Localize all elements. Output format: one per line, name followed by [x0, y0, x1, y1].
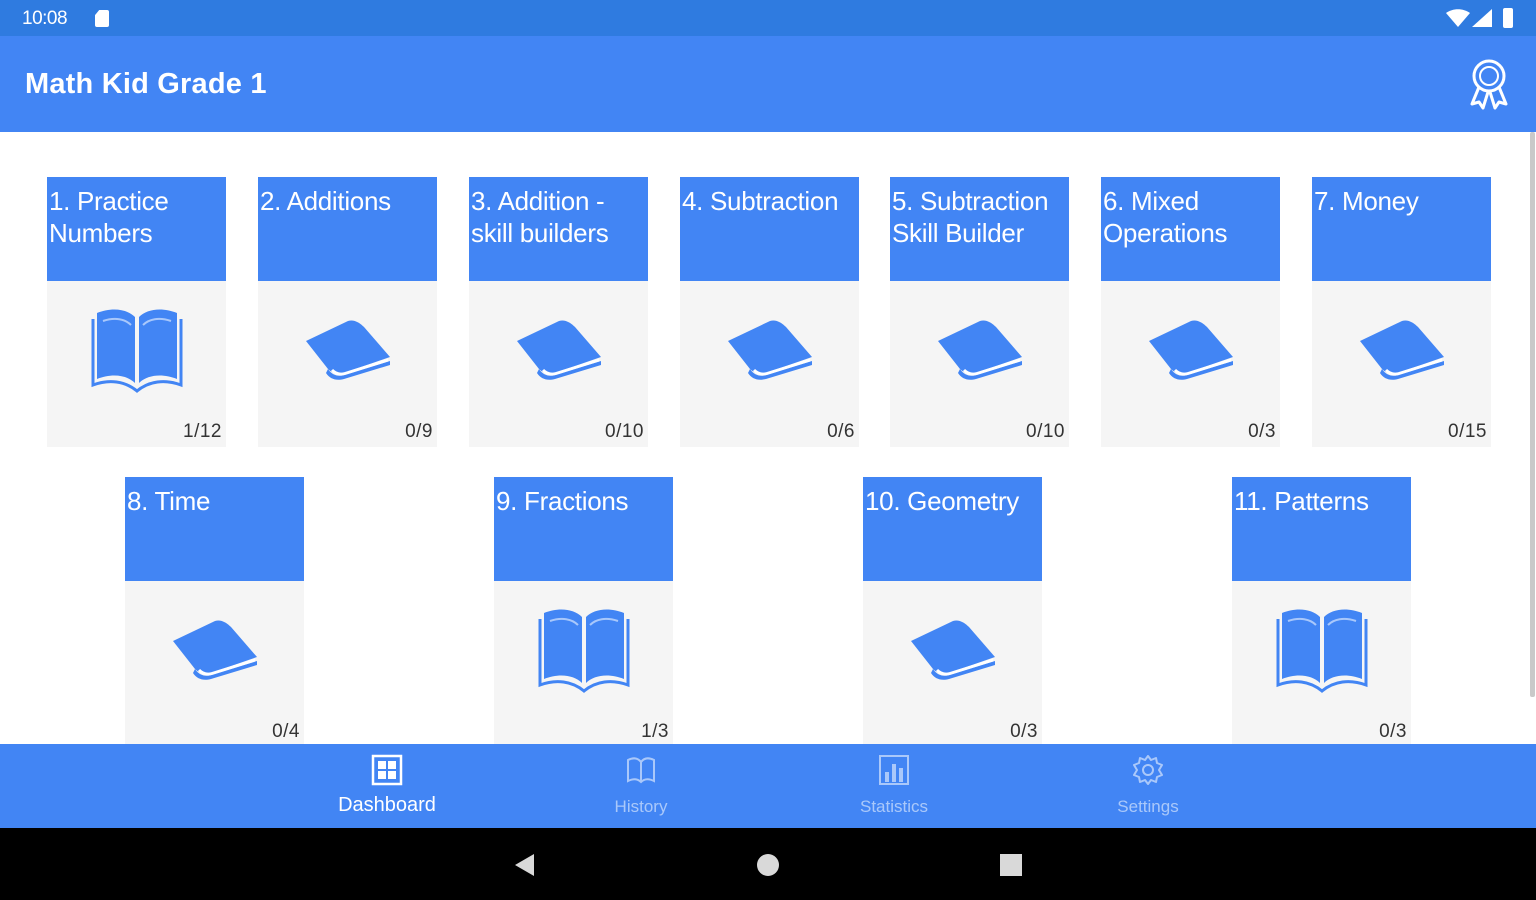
topic-title: 7. Money	[1314, 186, 1419, 216]
battery-icon	[1503, 8, 1513, 28]
topic-title: 6. Mixed Operations	[1103, 186, 1228, 248]
open-book-icon	[1272, 595, 1372, 695]
topic-progress: 0/3	[1379, 721, 1407, 742]
topic-card-body: 0/3	[1232, 581, 1411, 744]
topic-card-header: 7. Money	[1312, 177, 1491, 281]
topic-card-body: 0/3	[863, 581, 1042, 744]
nav-statistics[interactable]: Statistics	[814, 744, 974, 828]
topic-card-fractions[interactable]: 9. Fractions 1/3	[494, 477, 673, 744]
topic-progress: 0/9	[405, 421, 433, 442]
topic-card-subtraction-skill-builder[interactable]: 5. Subtraction Skill Builder 0/10	[890, 177, 1069, 447]
topic-progress: 0/10	[1026, 421, 1065, 442]
topic-progress: 0/4	[272, 721, 300, 742]
home-icon[interactable]	[755, 852, 781, 878]
topic-title: 1. Practice Numbers	[49, 186, 169, 248]
app-title: Math Kid Grade 1	[25, 68, 267, 100]
award-icon	[1470, 59, 1508, 110]
topic-title: 5. Subtraction Skill Builder	[892, 186, 1049, 248]
closed-book-icon	[930, 295, 1030, 395]
topic-card-patterns[interactable]: 11. Patterns 0/3	[1232, 477, 1411, 744]
gear-icon	[1133, 755, 1163, 785]
topic-progress: 0/3	[1010, 721, 1038, 742]
closed-book-icon	[1141, 295, 1241, 395]
topic-card-header: 11. Patterns	[1232, 477, 1411, 581]
nav-settings[interactable]: Settings	[1068, 744, 1228, 828]
recents-icon[interactable]	[998, 852, 1024, 878]
topic-title: 8. Time	[127, 486, 211, 516]
nav-dashboard[interactable]: Dashboard	[307, 744, 467, 828]
topic-card-body: 0/6	[680, 281, 859, 447]
topic-card-body: 0/4	[125, 581, 304, 744]
topic-card-body: 0/9	[258, 281, 437, 447]
topic-card-header: 6. Mixed Operations	[1101, 177, 1280, 281]
topic-title: 10. Geometry	[865, 486, 1019, 516]
topic-card-header: 10. Geometry	[863, 477, 1042, 581]
nav-label: Statistics	[859, 797, 929, 816]
topic-progress: 0/10	[605, 421, 644, 442]
closed-book-icon	[720, 295, 820, 395]
topic-card-practice-numbers[interactable]: 1. Practice Numbers 1/12	[47, 177, 226, 447]
topic-card-body: 0/10	[469, 281, 648, 447]
topic-card-subtraction[interactable]: 4. Subtraction 0/6	[680, 177, 859, 447]
topic-card-body: 0/15	[1312, 281, 1491, 447]
topic-card-header: 4. Subtraction	[680, 177, 859, 281]
topic-card-body: 1/3	[494, 581, 673, 744]
topic-progress: 0/15	[1448, 421, 1487, 442]
award-button[interactable]	[1464, 56, 1514, 112]
statistics-icon	[879, 755, 909, 785]
topic-card-header: 5. Subtraction Skill Builder	[890, 177, 1069, 281]
topic-progress: 1/3	[641, 721, 669, 742]
scrollbar[interactable]	[1530, 132, 1535, 697]
status-time: 10:08	[22, 8, 68, 29]
topic-card-addition-skill-builders[interactable]: 3. Addition - skill builders 0/10	[469, 177, 648, 447]
topic-progress: 0/6	[827, 421, 855, 442]
topic-card-mixed-operations[interactable]: 6. Mixed Operations 0/3	[1101, 177, 1280, 447]
nav-label: Settings	[1117, 797, 1179, 816]
topic-card-geometry[interactable]: 10. Geometry 0/3	[863, 477, 1042, 744]
bottom-navigation: Dashboard History Statistics Settings	[0, 744, 1536, 828]
topic-card-body: 0/3	[1101, 281, 1280, 447]
signal-icon	[1472, 9, 1492, 27]
closed-book-icon	[903, 595, 1003, 695]
sd-card-icon	[95, 10, 109, 27]
app-bar: Math Kid Grade 1	[0, 36, 1536, 132]
topic-progress: 1/12	[183, 421, 222, 442]
topic-title: 3. Addition - skill builders	[471, 186, 609, 248]
topic-card-body: 1/12	[47, 281, 226, 447]
closed-book-icon	[298, 295, 398, 395]
open-book-icon	[534, 595, 634, 695]
system-navigation-bar	[0, 828, 1536, 900]
closed-book-icon	[165, 595, 265, 695]
topic-title: 9. Fractions	[496, 486, 629, 516]
topic-title: 4. Subtraction	[682, 186, 839, 216]
topic-progress: 0/3	[1248, 421, 1276, 442]
nav-label: History	[614, 797, 668, 816]
topic-card-body: 0/10	[890, 281, 1069, 447]
status-bar: 10:08	[0, 0, 1536, 36]
topics-grid: 1. Practice Numbers 1/12 2. Additions 0/…	[0, 132, 1536, 744]
dashboard-icon	[371, 754, 403, 786]
wifi-icon	[1446, 9, 1470, 27]
topic-title: 11. Patterns	[1234, 486, 1369, 516]
topic-card-header: 2. Additions	[258, 177, 437, 281]
topic-title: 2. Additions	[260, 186, 391, 216]
closed-book-icon	[509, 295, 609, 395]
history-book-icon	[627, 757, 655, 784]
topic-card-header: 9. Fractions	[494, 477, 673, 581]
topic-card-header: 1. Practice Numbers	[47, 177, 226, 281]
back-icon[interactable]	[512, 852, 538, 878]
nav-history[interactable]: History	[561, 744, 721, 828]
nav-label: Dashboard	[338, 794, 436, 816]
open-book-icon	[87, 295, 187, 395]
topic-card-money[interactable]: 7. Money 0/15	[1312, 177, 1491, 447]
topic-card-header: 8. Time	[125, 477, 304, 581]
closed-book-icon	[1352, 295, 1452, 395]
topic-card-header: 3. Addition - skill builders	[469, 177, 648, 281]
topic-card-time[interactable]: 8. Time 0/4	[125, 477, 304, 744]
topic-card-additions[interactable]: 2. Additions 0/9	[258, 177, 437, 447]
